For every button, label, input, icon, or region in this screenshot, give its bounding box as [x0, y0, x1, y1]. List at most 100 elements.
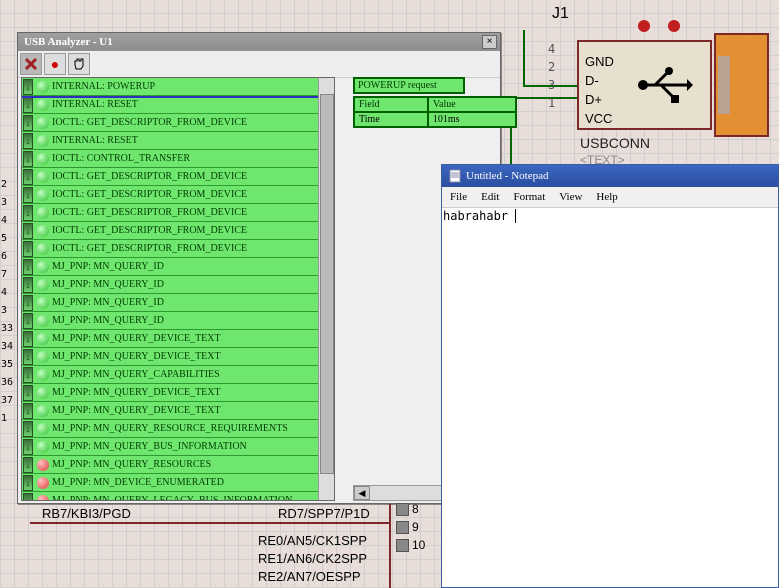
- event-row[interactable]: ↓INTERNAL: POWERUP: [22, 78, 334, 96]
- window-title[interactable]: USB Analyzer - U1: [18, 33, 500, 51]
- event-row[interactable]: ↓INTERNAL: RESET: [22, 96, 334, 114]
- event-row[interactable]: ↓MJ_PNP: MN_QUERY_CAPABILITIES: [22, 366, 334, 384]
- pin-re2: RE2/AN7/OESPP: [258, 569, 361, 584]
- pin-2: 2: [548, 60, 555, 74]
- pin-re1: RE1/AN6/CK2SPP: [258, 551, 367, 566]
- event-row[interactable]: ↓ IOCTL: GET_DESCRIPTOR_FROM_DEVICE: [22, 240, 334, 258]
- pin-label-gnd: GND: [585, 52, 614, 71]
- event-row[interactable]: ↓IOCTL: GET_DESCRIPTOR_FROM_DEVICE: [22, 204, 334, 222]
- status-dot-icon: [37, 405, 49, 417]
- ruler: 234 567 4333 343536 371: [1, 179, 13, 431]
- arrow-down-icon: ↓: [23, 349, 33, 365]
- status-dot-icon: [37, 279, 49, 291]
- arrow-down-icon: ↓: [23, 151, 33, 167]
- arrow-down-icon: ↓: [23, 169, 33, 185]
- notepad-title-text: Untitled - Notepad: [466, 170, 548, 182]
- menu-file[interactable]: File: [444, 189, 473, 205]
- event-row[interactable]: ↓MJ_PNP: MN_QUERY_RESOURCE_REQUIREMENTS: [22, 420, 334, 438]
- detail-table: Field Value Time 101ms: [353, 96, 517, 128]
- event-row[interactable]: ↓MJ_PNP: MN_QUERY_DEVICE_TEXT: [22, 330, 334, 348]
- event-text: MJ_PNP: MN_QUERY_ID: [52, 315, 164, 326]
- event-text: IOCTL: GET_DESCRIPTOR_FROM_DEVICE: [52, 117, 247, 128]
- usb-slot: [718, 56, 730, 114]
- pin-1: 1: [548, 96, 555, 110]
- status-dot-icon: [37, 225, 49, 237]
- status-dot-icon: [37, 261, 49, 273]
- event-row[interactable]: ↓IOCTL: CONTROL_TRANSFER: [22, 150, 334, 168]
- probe-dot: [668, 20, 680, 32]
- event-row[interactable]: ↓MJ_PNP: MN_QUERY_DEVICE_TEXT: [22, 348, 334, 366]
- arrow-down-icon: ↓: [23, 115, 33, 131]
- pinnum-9: 9: [412, 520, 419, 534]
- event-row[interactable]: ↓ MJ_PNP: MN_QUERY_ID: [22, 258, 334, 276]
- event-text: INTERNAL: RESET: [52, 99, 138, 110]
- event-row[interactable]: ↓INTERNAL: RESET: [22, 132, 334, 150]
- scroll-left-button[interactable]: ◀: [354, 486, 370, 500]
- event-text: IOCTL: GET_DESCRIPTOR_FROM_DEVICE: [52, 189, 247, 200]
- event-list[interactable]: ↓INTERNAL: POWERUP↓INTERNAL: RESET↓IOCTL…: [21, 77, 335, 501]
- th-field: Field: [354, 97, 428, 112]
- scroll-thumb[interactable]: [320, 94, 334, 474]
- pinnum-8: 8: [412, 502, 419, 516]
- status-dot-icon: [37, 351, 49, 363]
- arrow-down-icon: ↓: [23, 241, 33, 257]
- event-row[interactable]: ↓MJ_PNP: MN_QUERY_ID: [22, 276, 334, 294]
- usb-connector-body[interactable]: GND D- D+ VCC: [577, 40, 712, 130]
- pinnum-10: 10: [412, 538, 425, 552]
- event-row[interactable]: ↓MJ_PNP: MN_QUERY_BUS_INFORMATION: [22, 438, 334, 456]
- arrow-down-icon: ↓: [23, 313, 33, 329]
- pan-hand-button[interactable]: [68, 53, 90, 75]
- pin-rd7: RD7/SPP7/P1D: [278, 506, 370, 521]
- event-row[interactable]: ↓ MJ_PNP: MN_QUERY_ID: [22, 312, 334, 330]
- status-dot-icon: [37, 81, 49, 93]
- notepad-textarea[interactable]: habrahabr: [442, 208, 778, 224]
- arrow-down-icon: ↓: [23, 439, 33, 455]
- event-row[interactable]: ↓ IOCTL: GET_DESCRIPTOR_FROM_DEVICE: [22, 114, 334, 132]
- event-text: MJ_PNP: MN_QUERY_ID: [52, 261, 164, 272]
- event-row[interactable]: ↓IOCTL: GET_DESCRIPTOR_FROM_DEVICE: [22, 168, 334, 186]
- status-dot-icon: [37, 189, 49, 201]
- detail-title: POWERUP request: [353, 77, 465, 94]
- close-button[interactable]: ×: [482, 35, 497, 49]
- event-row[interactable]: ↓MJ_PNP: MN_QUERY_DEVICE_TEXT: [22, 402, 334, 420]
- pin-square-icon: [396, 539, 409, 552]
- notepad-icon: [448, 169, 462, 183]
- status-dot-icon: [37, 315, 49, 327]
- event-row[interactable]: ↓MJ_PNP: MN_QUERY_DEVICE_TEXT: [22, 384, 334, 402]
- arrow-down-icon: ↓: [23, 187, 33, 203]
- event-text: MJ_PNP: MN_DEVICE_ENUMERATED: [52, 477, 224, 488]
- notepad-window[interactable]: Untitled - Notepad File Edit Format View…: [441, 164, 779, 588]
- record-button[interactable]: ●: [44, 53, 66, 75]
- event-row[interactable]: ↓MJ_PNP: MN_QUERY_LEGACY_BUS_INFORMATION: [22, 492, 334, 501]
- pin-square-icon: [396, 521, 409, 534]
- probe-dot: [638, 20, 650, 32]
- event-row[interactable]: ↓ IOCTL: GET_DESCRIPTOR_FROM_DEVICE: [22, 186, 334, 204]
- event-row[interactable]: ↓MJ_PNP: MN_QUERY_RESOURCES: [22, 456, 334, 474]
- text-cursor: [508, 209, 516, 223]
- arrow-down-icon: ↓: [23, 259, 33, 275]
- menu-edit[interactable]: Edit: [475, 189, 505, 205]
- arrow-down-icon: ↓: [23, 385, 33, 401]
- menu-help[interactable]: Help: [590, 189, 623, 205]
- menu-format[interactable]: Format: [507, 189, 551, 205]
- event-row[interactable]: ↓MJ_PNP: MN_QUERY_ID: [22, 294, 334, 312]
- event-row[interactable]: ↓IOCTL: GET_DESCRIPTOR_FROM_DEVICE: [22, 222, 334, 240]
- package-edge: [389, 504, 391, 588]
- event-text: MJ_PNP: MN_QUERY_CAPABILITIES: [52, 369, 220, 380]
- event-row[interactable]: ↓MJ_PNP: MN_DEVICE_ENUMERATED: [22, 474, 334, 492]
- status-dot-icon: [37, 495, 49, 502]
- pin-re0: RE0/AN5/CK1SPP: [258, 533, 367, 548]
- pin-3: 3: [548, 78, 555, 92]
- usb-analyzer-window[interactable]: USB Analyzer - U1 × ● ↓INTERNAL: POWERUP…: [17, 32, 501, 504]
- pin-label-dplus: D+: [585, 90, 614, 109]
- scrollbar-vertical[interactable]: [318, 78, 334, 500]
- notepad-title[interactable]: Untitled - Notepad: [442, 165, 778, 187]
- event-text: INTERNAL: POWERUP: [52, 81, 155, 92]
- event-text: INTERNAL: RESET: [52, 135, 138, 146]
- status-dot-icon: [37, 387, 49, 399]
- menu-view[interactable]: View: [553, 189, 588, 205]
- close-x-button[interactable]: [20, 53, 42, 75]
- pin-4: 4: [548, 42, 555, 56]
- th-value: Value: [428, 97, 516, 112]
- event-text: IOCTL: GET_DESCRIPTOR_FROM_DEVICE: [52, 243, 247, 254]
